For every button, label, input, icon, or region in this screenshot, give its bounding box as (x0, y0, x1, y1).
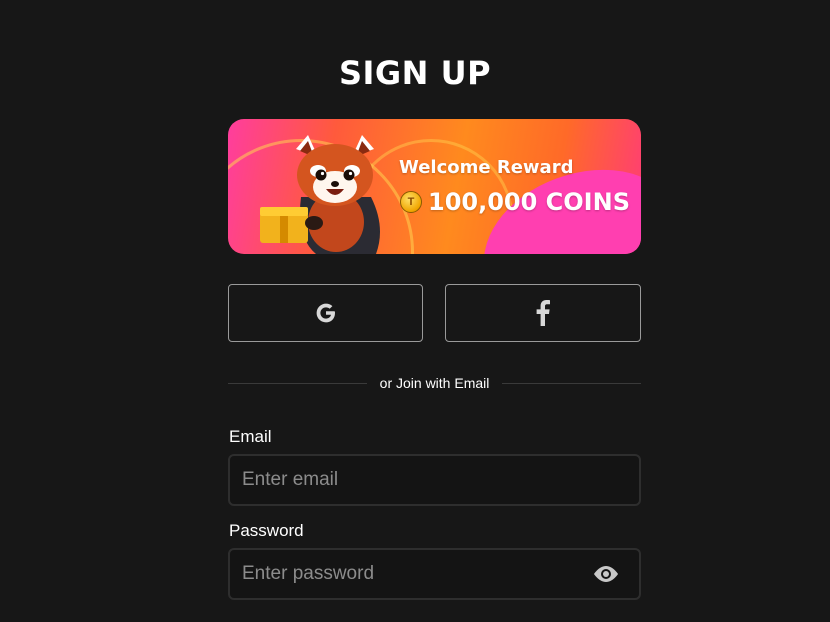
password-field[interactable] (230, 550, 639, 598)
coin-icon: T (400, 191, 422, 213)
facebook-signup-button[interactable] (445, 284, 641, 342)
divider-line (228, 382, 367, 384)
welcome-reward-text: Welcome Reward (399, 157, 574, 178)
email-divider: or Join with Email (228, 372, 642, 394)
email-field-wrapper (228, 454, 641, 506)
password-field-wrapper (228, 548, 641, 600)
email-label: Email (229, 427, 272, 446)
google-icon (316, 303, 335, 323)
divider-line (502, 382, 642, 384)
page-title: SIGN UP (338, 54, 492, 92)
password-label: Password (229, 521, 304, 540)
welcome-reward-banner[interactable]: Welcome Reward T 100,000 COINS (228, 119, 641, 254)
reward-amount: T 100,000 COINS (400, 188, 630, 216)
eye-icon[interactable] (591, 562, 621, 586)
email-field[interactable] (230, 456, 639, 504)
coin-amount-text: 100,000 COINS (428, 188, 630, 216)
red-panda-mascot-icon (260, 135, 380, 254)
google-signup-button[interactable] (228, 284, 423, 342)
divider-text: or Join with Email (379, 375, 490, 391)
facebook-icon (536, 300, 550, 326)
